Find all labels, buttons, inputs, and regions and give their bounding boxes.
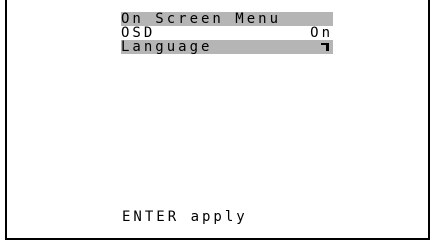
osd-screen-frame: On Screen Menu OSD On Language ENTER app…: [5, 0, 430, 240]
menu-title: On Screen Menu: [121, 11, 282, 27]
enter-icon: [321, 43, 329, 51]
menu-item-osd-label: OSD: [121, 25, 156, 41]
enter-apply-hint: ENTER apply: [122, 209, 248, 225]
menu-title-row: On Screen Menu: [121, 12, 333, 26]
menu-item-language[interactable]: Language: [121, 40, 333, 54]
menu-item-osd-value: On: [310, 25, 333, 41]
menu-item-language-label: Language: [121, 39, 213, 55]
menu-item-osd[interactable]: OSD On: [121, 26, 333, 40]
osd-menu: On Screen Menu OSD On Language: [121, 12, 333, 54]
